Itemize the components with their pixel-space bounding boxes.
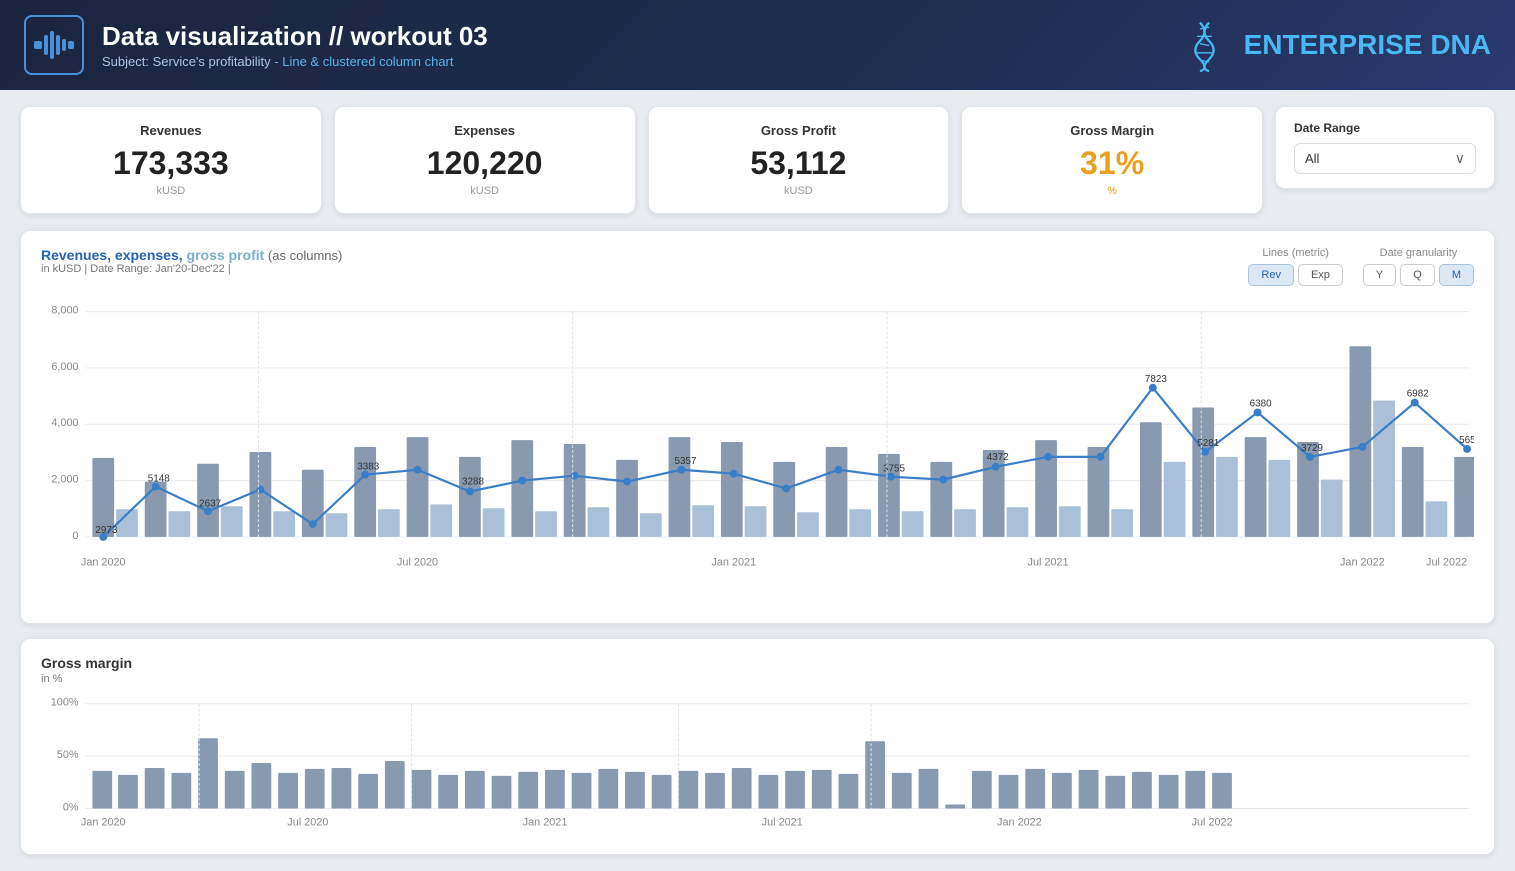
svg-text:50%: 50%	[57, 749, 79, 761]
chart-controls: Lines (metric) Rev Exp Date granularity …	[1248, 247, 1474, 286]
header-right: ENTERPRISE DNA	[1177, 18, 1491, 73]
kpi-revenues-value: 173,333	[45, 146, 297, 181]
kpi-gross-margin: Gross Margin 31% %	[961, 106, 1263, 214]
gross-margin-chart: Gross margin in % 100% 50% 0%	[20, 638, 1495, 855]
svg-text:Jul 2022: Jul 2022	[1192, 816, 1233, 828]
app-header: Data visualization // workout 03 Subject…	[0, 0, 1515, 90]
gross-margin-svg: 100% 50% 0%	[41, 693, 1474, 833]
kpi-revenues-unit: kUSD	[45, 185, 297, 197]
kpi-row: Revenues 173,333 kUSD Expenses 120,220 k…	[20, 106, 1495, 214]
kpi-revenues-label: Revenues	[45, 123, 297, 138]
btn-month[interactable]: M	[1439, 264, 1474, 286]
btn-exp[interactable]: Exp	[1298, 264, 1343, 286]
lines-control-group: Lines (metric) Rev Exp	[1248, 247, 1343, 286]
chart-title: Revenues, expenses, gross profit (as col…	[41, 247, 342, 263]
dna-icon	[1177, 18, 1232, 73]
gm-svg-wrap: 100% 50% 0%	[41, 693, 1474, 838]
kpi-gross-profit-value: 53,112	[673, 146, 925, 181]
svg-text:Jan 2022: Jan 2022	[1340, 557, 1385, 569]
svg-text:Jan 2020: Jan 2020	[81, 557, 126, 569]
main-chart-svg: 8,000 6,000 4,000 2,000 0	[41, 292, 1474, 602]
granularity-control-group: Date granularity Y Q M	[1363, 247, 1474, 286]
app-icon	[24, 15, 84, 75]
svg-text:8,000: 8,000	[51, 305, 78, 317]
svg-text:6,000: 6,000	[51, 361, 78, 373]
svg-text:3383: 3383	[357, 462, 379, 473]
kpi-expenses: Expenses 120,220 kUSD	[334, 106, 636, 214]
date-range-select[interactable]: All ∨	[1294, 143, 1476, 174]
kpi-expenses-unit: kUSD	[359, 185, 611, 197]
chevron-down-icon: ∨	[1455, 150, 1465, 167]
svg-text:Jul 2021: Jul 2021	[762, 816, 803, 828]
svg-text:Jan 2021: Jan 2021	[711, 557, 756, 569]
svg-text:Jan 2021: Jan 2021	[523, 816, 568, 828]
svg-text:Jul 2020: Jul 2020	[397, 557, 438, 569]
chart-header: Revenues, expenses, gross profit (as col…	[41, 247, 1474, 286]
date-range-value: All	[1305, 151, 1319, 166]
main-content: Revenues 173,333 kUSD Expenses 120,220 k…	[0, 90, 1515, 871]
kpi-gross-margin-label: Gross Margin	[986, 123, 1238, 138]
svg-text:3755: 3755	[883, 464, 905, 475]
svg-text:2973: 2973	[95, 525, 117, 536]
lines-label: Lines (metric)	[1262, 247, 1329, 259]
svg-text:0%: 0%	[63, 802, 79, 814]
kpi-gross-profit-label: Gross Profit	[673, 123, 925, 138]
svg-text:2637: 2637	[199, 498, 221, 509]
svg-text:2,000: 2,000	[51, 474, 78, 486]
main-title: Data visualization // workout 03	[102, 21, 488, 52]
svg-text:Jan 2020: Jan 2020	[81, 816, 126, 828]
lines-btn-group: Rev Exp	[1248, 264, 1343, 286]
kpi-expenses-label: Expenses	[359, 123, 611, 138]
kpi-gross-margin-unit: %	[986, 185, 1238, 197]
granularity-label: Date granularity	[1380, 247, 1458, 259]
gm-title: Gross margin	[41, 655, 1474, 671]
chart-title-suffix: (as columns)	[264, 248, 342, 263]
svg-text:Jul 2021: Jul 2021	[1028, 557, 1069, 569]
svg-text:Jul 2022: Jul 2022	[1426, 557, 1467, 569]
svg-text:6380: 6380	[1250, 399, 1272, 410]
svg-text:5653: 5653	[1459, 435, 1474, 446]
svg-text:Jan 2022: Jan 2022	[997, 816, 1042, 828]
svg-text:100%: 100%	[51, 697, 79, 709]
svg-text:3729: 3729	[1301, 443, 1323, 454]
svg-text:4372: 4372	[987, 452, 1009, 463]
kpi-gross-margin-value: 31%	[986, 146, 1238, 181]
btn-rev[interactable]: Rev	[1248, 264, 1294, 286]
chart-title-gray: gross profit	[183, 247, 265, 263]
btn-year[interactable]: Y	[1363, 264, 1396, 286]
main-chart-container: Revenues, expenses, gross profit (as col…	[20, 230, 1495, 624]
header-title: Data visualization // workout 03 Subject…	[102, 21, 488, 69]
date-range-label: Date Range	[1294, 121, 1476, 135]
kpi-expenses-value: 120,220	[359, 146, 611, 181]
svg-text:4,000: 4,000	[51, 417, 78, 429]
date-range-card: Date Range All ∨	[1275, 106, 1495, 189]
granularity-btn-group: Y Q M	[1363, 264, 1474, 286]
svg-text:5357: 5357	[674, 456, 696, 467]
main-chart-svg-wrap: 8,000 6,000 4,000 2,000 0	[41, 292, 1474, 607]
svg-text:3288: 3288	[462, 477, 484, 488]
btn-quarter[interactable]: Q	[1400, 264, 1435, 286]
svg-text:5281: 5281	[1197, 438, 1219, 449]
kpi-revenues: Revenues 173,333 kUSD	[20, 106, 322, 214]
chart-subtitle: in kUSD | Date Range: Jan'20-Dec'22 |	[41, 263, 342, 275]
svg-text:0: 0	[73, 530, 79, 542]
chart-title-blue: Revenues, expenses,	[41, 247, 183, 263]
svg-text:5148: 5148	[148, 474, 170, 485]
kpi-gross-profit: Gross Profit 53,112 kUSD	[648, 106, 950, 214]
svg-text:Jul 2020: Jul 2020	[287, 816, 328, 828]
kpi-gross-profit-unit: kUSD	[673, 185, 925, 197]
svg-text:6982: 6982	[1407, 389, 1429, 400]
gm-subtitle: in %	[41, 673, 1474, 685]
subtitle: Subject: Service's profitability - Line …	[102, 54, 488, 69]
svg-text:7823: 7823	[1145, 374, 1167, 385]
brand-name: ENTERPRISE DNA	[1244, 29, 1491, 61]
header-left: Data visualization // workout 03 Subject…	[24, 15, 488, 75]
